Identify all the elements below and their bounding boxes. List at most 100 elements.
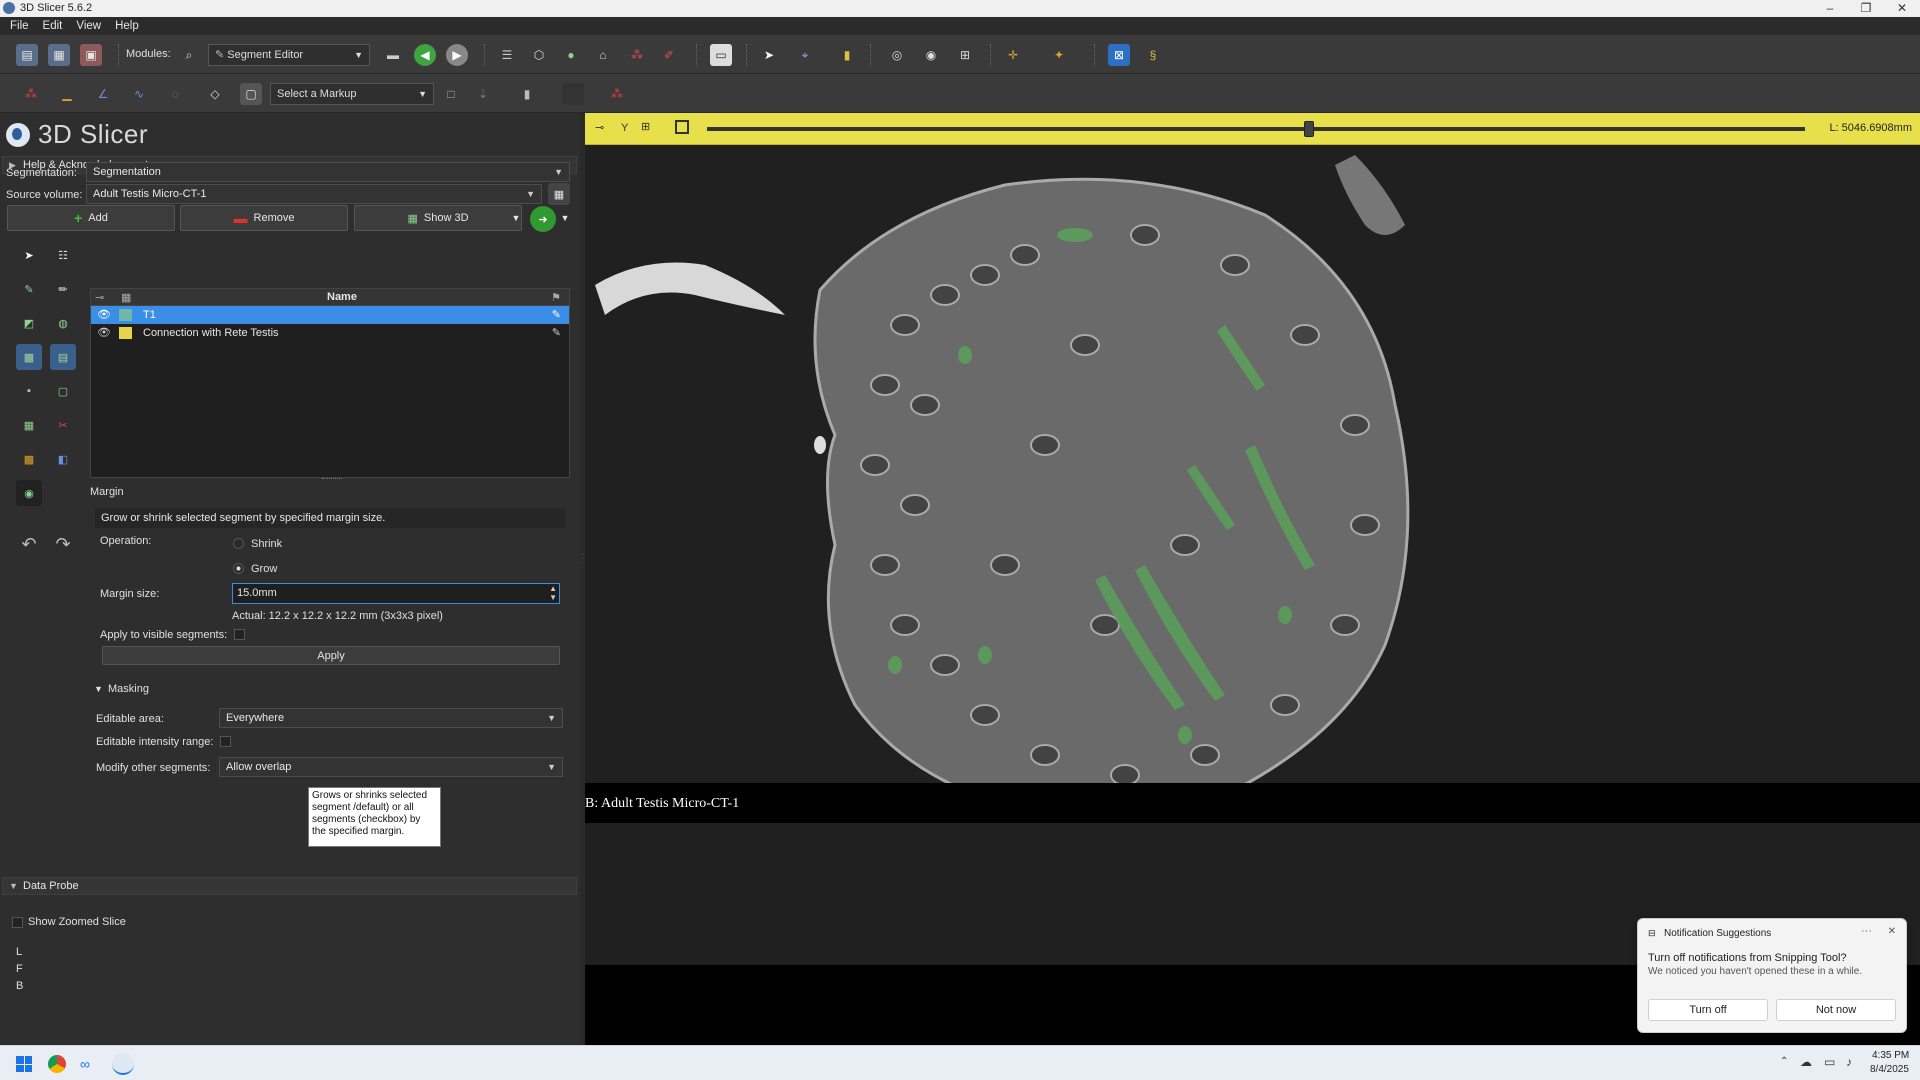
spinbox-arrows-icon[interactable]: ▲ ▼ [549,584,557,602]
volume-options-icon[interactable]: ▦ [548,183,570,205]
margin-size-input[interactable]: 15.0mm ▲ ▼ [232,583,560,604]
no-editing-icon[interactable]: ➤ [16,242,42,268]
export-dropdown[interactable]: ▼ [559,205,571,231]
undo-icon[interactable]: ↶ [16,531,42,557]
back-arrow-icon[interactable]: ◀ [414,44,436,66]
menu-edit[interactable]: Edit [43,17,63,35]
segment-row[interactable]: 👁 Connection with Rete Testis ✎ [91,324,569,342]
segment-color-swatch[interactable] [119,309,132,321]
show-zoomed-label[interactable]: Show Zoomed Slice [28,916,126,928]
windows-start-icon[interactable] [16,1056,32,1072]
slice-viewer[interactable]: ⊸ Y ⊞ L: 5046.6908mm B: Adult Testis Mic… [585,113,1920,1045]
level-tracing-icon[interactable]: ◍ [50,310,76,336]
editable-area-selector[interactable]: Everywhere ▼ [219,708,563,728]
threshold-icon[interactable]: ☷ [50,242,76,268]
show-zoomed-checkbox[interactable] [12,917,23,928]
save-icon[interactable]: ▣ [80,44,102,66]
slice-slider-track[interactable] [707,127,1805,131]
paint-icon[interactable]: ✎ [16,276,42,302]
eye-icon[interactable]: 👁 [97,324,111,342]
name-column-header[interactable]: Name [327,291,357,303]
not-now-button[interactable]: Not now [1776,999,1896,1021]
mask-volume-icon[interactable]: ◉ [16,480,42,506]
crosshair-icon[interactable]: ✛ [1002,44,1024,66]
view-options-icon[interactable] [675,120,689,134]
scene-restore-icon[interactable]: ⊞ [954,44,976,66]
minimize-button[interactable]: – [1810,0,1850,17]
draw-icon[interactable]: ✏ [50,276,76,302]
angle-icon[interactable]: ∠ [92,83,114,105]
meta-icon[interactable]: ∞ [80,1056,98,1072]
hollow-icon[interactable]: ▢ [50,378,76,404]
show-3d-dropdown[interactable]: ▼ [510,205,522,231]
module-list-icon[interactable]: ▬ [382,44,404,66]
restore-button[interactable]: ❐ [1846,0,1886,17]
pencil-icon[interactable]: ✎ [552,324,561,342]
modify-segments-selector[interactable]: Allow overlap ▼ [219,757,563,777]
masking-section-title[interactable]: Masking [108,683,149,695]
apply-visible-checkbox[interactable] [234,629,245,640]
remove-segment-button[interactable]: ▬ Remove [180,205,348,231]
layout-icon[interactable]: ▭ [710,44,732,66]
place-fiducial-icon[interactable]: ✦ [1048,44,1070,66]
shrink-label[interactable]: Shrink [251,538,282,550]
segment-color-swatch[interactable] [119,327,132,339]
redo-icon[interactable]: ↷ [50,531,76,557]
notification-more-icon[interactable]: ··· [1861,925,1872,937]
markup-lock-icon[interactable]: ⇣ [472,83,494,105]
closed-curve-icon[interactable]: ◌ [164,83,186,105]
source-volume-selector[interactable]: Adult Testis Micro-CT-1 ▼ [86,184,542,204]
line-icon[interactable]: ▁ [56,83,78,105]
screenshot-icon[interactable]: ◎ [886,44,908,66]
erase-icon[interactable]: ◩ [16,310,42,336]
point-list-icon[interactable]: ⁂ [20,83,42,105]
pin-icon[interactable]: ⊸ [595,121,604,134]
markup-visibility-icon[interactable]: □ [440,83,462,105]
slicer-taskbar-icon[interactable] [112,1053,134,1075]
notification-close-icon[interactable]: ✕ [1888,926,1896,937]
forward-arrow-icon[interactable]: ▶ [446,44,468,66]
turn-off-button[interactable]: Turn off [1648,999,1768,1021]
plane-icon[interactable]: ◇ [204,83,226,105]
scene-view-icon[interactable]: ◉ [920,44,942,66]
clock-date[interactable]: 8/4/2025 [1870,1064,1909,1075]
splitter-handle[interactable] [322,478,342,482]
crosshair-mode-icon[interactable]: ⌖ [794,44,816,66]
show-3d-button[interactable]: ▦ Show 3D [354,205,522,231]
segment-name[interactable]: T1 [143,306,156,324]
islands-icon[interactable]: ▩ [16,446,42,472]
apply-button[interactable]: Apply [102,646,560,665]
segment-name[interactable]: Connection with Rete Testis [143,324,279,342]
volumes-icon[interactable]: ⬡ [528,44,550,66]
markup-options-icon[interactable] [562,83,584,105]
eye-icon[interactable]: 👁 [97,306,111,324]
network-icon[interactable]: ▭ [1824,1055,1835,1069]
segment-row[interactable]: 👁 T1 ✎ [91,306,569,324]
module-search-icon[interactable]: ⌕ [178,44,200,66]
add-segment-button[interactable]: + Add [7,205,175,231]
chrome-icon[interactable] [48,1055,66,1073]
markups-icon[interactable]: ⁂ [626,44,648,66]
pencil-icon[interactable]: ✎ [552,306,561,324]
margin-icon[interactable]: ▪ [16,378,42,404]
models-icon[interactable]: ● [560,44,582,66]
intensity-range-checkbox[interactable] [220,736,231,747]
volume-icon[interactable]: ♪ [1846,1055,1852,1069]
segmentation-selector[interactable]: Segmentation ▼ [86,162,570,182]
export-arrow-icon[interactable]: ➜ [530,206,556,232]
python-console-icon[interactable]: § [1142,44,1164,66]
pointer-icon[interactable]: ➤ [758,44,780,66]
onedrive-icon[interactable]: ☁ [1800,1055,1812,1069]
segment-editor-icon[interactable]: ✐ [658,44,680,66]
scissors-icon[interactable]: ✂ [50,412,76,438]
grow-label[interactable]: Grow [251,563,277,575]
tray-chevron-icon[interactable]: ⌃ [1780,1056,1788,1067]
slice-slider-handle[interactable] [1303,121,1314,137]
load-data-icon[interactable]: ▤ [16,44,38,66]
menu-help[interactable]: Help [115,17,139,35]
roi-icon[interactable]: ▢ [240,83,262,105]
clock-time[interactable]: 4:35 PM [1872,1050,1909,1061]
smoothing-icon[interactable]: ▦ [16,412,42,438]
place-markup-icon[interactable]: ⁂ [606,83,628,105]
data-probe-section[interactable]: ▼ Data Probe [2,877,577,895]
